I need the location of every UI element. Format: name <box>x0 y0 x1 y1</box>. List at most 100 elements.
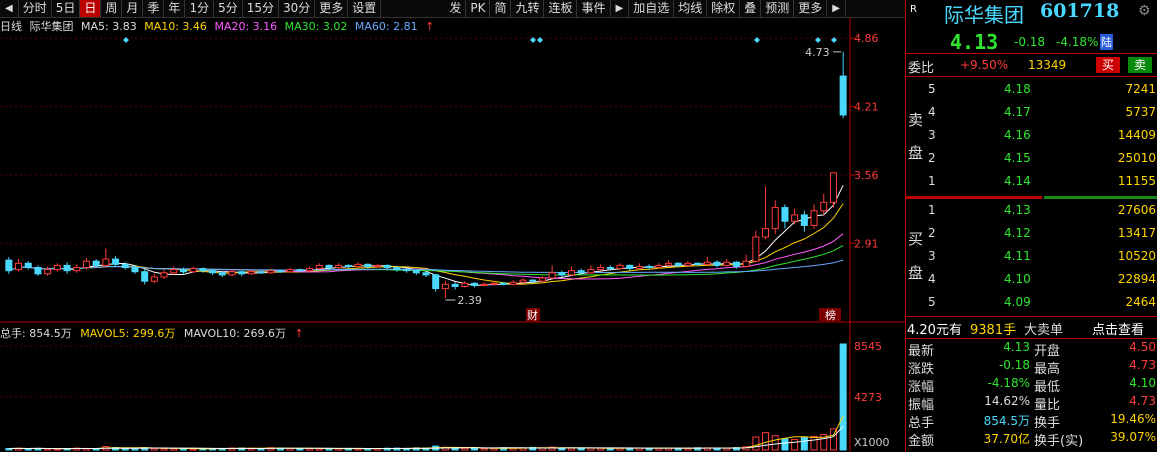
candle-body <box>63 264 71 272</box>
candle-body <box>344 264 352 267</box>
low-annotation: 2.39 <box>457 294 482 307</box>
event-marker-icon[interactable] <box>123 37 129 43</box>
price: 4.10 <box>1004 272 1031 286</box>
price: 4.17 <box>1004 105 1031 119</box>
stat-value: 4.73 <box>1129 358 1156 372</box>
candle-body <box>112 258 120 265</box>
level: 1 <box>928 203 936 217</box>
candle-body <box>73 267 81 272</box>
candle-body <box>558 272 566 276</box>
volume: 13417 <box>1117 226 1156 240</box>
candle-body <box>5 259 13 272</box>
level: 4 <box>928 105 936 119</box>
ask-row[interactable]: 2 4.15 25010 <box>906 147 1157 169</box>
quote-panel: R 际华集团 601718 ⚙ 4.13 -0.18 -4.18% 陆 委比 +… <box>905 0 1157 452</box>
candle-body <box>257 271 265 274</box>
price: 4.18 <box>1004 82 1031 96</box>
candle-body <box>276 270 284 273</box>
candle-body <box>500 282 508 285</box>
price: 4.15 <box>1004 151 1031 165</box>
stat-value: 19.46% <box>1110 412 1156 426</box>
price: 4.13 <box>1004 203 1031 217</box>
candle-body <box>364 263 372 267</box>
volume-bar <box>577 447 585 451</box>
volume-bar <box>829 428 837 451</box>
candle-body <box>131 267 139 273</box>
price-tick: 2.91 <box>854 237 879 250</box>
volume: 22894 <box>1117 272 1156 286</box>
candle-body <box>34 267 42 275</box>
candle-body <box>470 282 479 286</box>
sell-button[interactable]: 卖 <box>1128 57 1152 73</box>
stat-label: 金额 <box>908 434 935 449</box>
stat-value: 4.50 <box>1129 340 1156 354</box>
volume: 7241 <box>1125 82 1156 96</box>
candle-body <box>635 265 643 270</box>
candle-body <box>306 268 314 272</box>
candle-body <box>723 261 731 266</box>
event-marker-icon[interactable] <box>754 37 760 43</box>
candle-body <box>829 172 837 203</box>
buy-button[interactable]: 买 <box>1096 57 1120 73</box>
settings-icon[interactable]: ⚙ <box>1138 3 1151 19</box>
candle-body <box>626 264 634 270</box>
volume-bar <box>480 448 488 451</box>
stat-row: 金额 37.70亿 换手(实) 39.07% <box>906 426 1157 449</box>
candle-body <box>383 264 391 269</box>
level: 4 <box>928 272 936 286</box>
candle-body <box>218 272 226 276</box>
weicha-value: 13349 <box>1028 58 1067 72</box>
candle-body <box>121 263 129 269</box>
last-price: 4.13 <box>950 30 999 54</box>
candle-body <box>742 260 750 267</box>
candle-body <box>548 272 556 279</box>
candle-body <box>577 270 585 274</box>
volume-bar <box>160 448 168 451</box>
candle-body <box>839 75 847 116</box>
bid-row[interactable]: 3 4.11 10520 <box>906 245 1157 267</box>
market-badge: 陆 <box>1100 34 1113 50</box>
candle-body <box>44 269 52 275</box>
volume-bar <box>470 447 479 451</box>
candle-body <box>325 264 333 269</box>
stat-value: 37.70亿 <box>983 432 1030 446</box>
candle-body <box>189 268 197 273</box>
bid-row[interactable]: 1 4.13 27606 <box>906 199 1157 221</box>
volume-tick: 8545 <box>854 340 882 353</box>
stat-value: 14.62% <box>984 394 1030 408</box>
candle-body <box>694 262 702 265</box>
volume: 5737 <box>1125 105 1156 119</box>
stat-value: 4.73 <box>1129 394 1156 408</box>
candle-body <box>665 262 673 266</box>
volume: 27606 <box>1117 203 1156 217</box>
candle-body <box>82 260 90 269</box>
candle-body <box>655 264 663 269</box>
bid-row[interactable]: 5 4.09 2464 <box>906 291 1157 313</box>
price: 4.12 <box>1004 226 1031 240</box>
ask-row[interactable]: 1 4.14 11155 <box>906 170 1157 192</box>
candle-body <box>820 201 828 212</box>
mavol10-line <box>8 426 844 450</box>
candle-body <box>150 276 158 282</box>
candle-body <box>102 258 110 266</box>
bid-row[interactable]: 4 4.10 22894 <box>906 268 1157 290</box>
candle-body <box>732 261 740 267</box>
bid-row[interactable]: 2 4.12 13417 <box>906 222 1157 244</box>
ask-row[interactable]: 3 4.16 14409 <box>906 124 1157 146</box>
candle-body <box>247 271 255 275</box>
rank-marker-label: 榜 <box>825 308 836 322</box>
kline-chart[interactable]: 4.86 4.21 3.56 2.91 4.73 2.39 财 榜 8545 4273 X1000 <box>0 0 905 452</box>
candle-body <box>373 264 382 267</box>
volume-bar <box>810 435 818 451</box>
candle-body <box>771 207 779 230</box>
ask-row[interactable]: 5 4.18 7241 <box>906 78 1157 100</box>
ask-row[interactable]: 4 4.17 5737 <box>906 101 1157 123</box>
event-marker-icon[interactable] <box>537 37 543 43</box>
candle-body <box>432 274 440 290</box>
level: 5 <box>928 295 936 309</box>
candle-body <box>24 262 32 269</box>
price-tick: 4.86 <box>854 32 879 45</box>
price-tick: 3.56 <box>854 169 879 182</box>
finance-marker-label: 财 <box>527 308 538 322</box>
stat-value: -4.18% <box>987 376 1030 390</box>
